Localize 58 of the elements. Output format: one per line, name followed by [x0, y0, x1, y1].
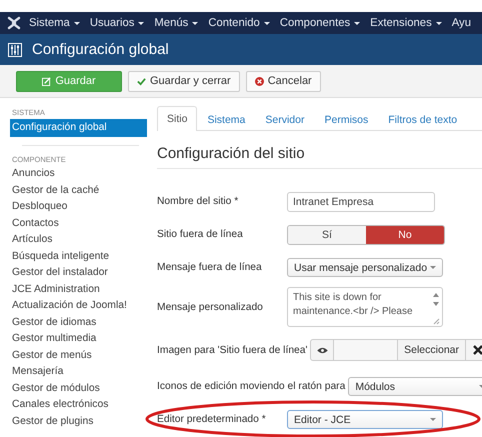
sidebar-item[interactable]: Desbloqueo — [10, 199, 147, 216]
sidebar-item[interactable]: Gestor de menús — [10, 348, 147, 364]
sidebar-item[interactable]: Gestor de idiomas — [10, 314, 147, 331]
nav-menu[interactable]: Extensiones — [370, 17, 442, 29]
cancel-icon — [254, 76, 264, 86]
sidebar-item[interactable]: Actualización de Joomla! — [10, 298, 147, 314]
cancel-button[interactable]: Cancelar — [246, 70, 321, 92]
sidebar-item[interactable]: Gestor del instalador — [10, 265, 147, 282]
select-button[interactable]: Seleccionar — [397, 339, 466, 361]
field-label: Editor predeterminado * — [157, 414, 267, 425]
section-title: Configuración del sitio — [157, 145, 482, 169]
sidebar-item[interactable]: Canales electrónicos — [10, 397, 147, 414]
field-label: Imagen para 'Sitio fuera de línea' — [157, 344, 308, 356]
edit-icon — [42, 76, 52, 86]
scrollbar-icon — [432, 291, 440, 325]
tab[interactable]: Servidor — [255, 108, 314, 131]
select-dropdown[interactable]: Editor - JCE — [287, 410, 443, 429]
tab[interactable]: Sistema — [197, 108, 256, 131]
tab[interactable]: Sitio — [157, 106, 198, 131]
field-label: Mensaje fuera de línea — [157, 262, 263, 273]
preview-button[interactable] — [310, 339, 334, 361]
image-path-field[interactable] — [334, 339, 398, 361]
sidebar-item[interactable]: Contactos — [10, 216, 147, 232]
tab[interactable]: Permisos — [314, 108, 378, 131]
page-title: Configuración global — [32, 41, 169, 58]
sidebar-item[interactable]: Configuración global — [10, 119, 147, 137]
field-label: Nombre del sitio * — [157, 196, 240, 207]
save-close-button[interactable]: Guardar y cerrar — [128, 70, 240, 92]
field-label: Sitio fuera de línea — [157, 229, 244, 240]
sliders-icon — [8, 42, 22, 56]
sidebar-item[interactable]: Búsqueda inteligente — [10, 248, 147, 265]
nav-menu[interactable]: Contenido — [208, 17, 270, 29]
field-label: Mensaje personalizado — [157, 302, 264, 312]
nav-menu[interactable]: Menús — [154, 17, 198, 29]
nav-menu[interactable]: Ayu — [452, 17, 471, 29]
select-dropdown[interactable]: Módulos — [348, 377, 482, 396]
sidebar-item[interactable]: Gestor de la caché — [10, 182, 147, 199]
nav-menu[interactable]: Sistema — [29, 17, 80, 29]
sidebar-item[interactable]: Artículos — [10, 232, 147, 248]
nav-menu[interactable]: Componentes — [280, 17, 360, 29]
close-icon — [472, 345, 482, 355]
tab[interactable]: Filtros de texto — [378, 108, 468, 131]
eye-icon — [316, 346, 328, 354]
select-dropdown[interactable]: Usar mensaje personalizado — [287, 258, 443, 277]
site-name-field[interactable]: Intranet Empresa — [287, 192, 435, 212]
logo-icon[interactable] — [7, 16, 21, 30]
sidebar-item[interactable]: Gestor de módulos — [10, 380, 147, 397]
sidebar-item[interactable]: Gestor multimedia — [10, 331, 147, 348]
sidebar-item[interactable]: Gestor de plugins — [10, 414, 147, 430]
toggle-option[interactable]: No — [366, 226, 444, 244]
check-icon — [137, 76, 146, 86]
message-textarea[interactable]: This site is down for maintenance.<br /> Please — [287, 287, 443, 327]
sidebar-item[interactable]: JCE Administration — [10, 282, 147, 298]
field-label: Iconos de edición moviendo el ratón para — [157, 381, 346, 392]
toggle-option[interactable]: Sí — [288, 226, 366, 244]
sidebar-item[interactable]: Anuncios — [10, 166, 147, 182]
nav-menu[interactable]: Usuarios — [90, 17, 144, 29]
sidebar-item[interactable]: Mensajería — [10, 364, 147, 380]
